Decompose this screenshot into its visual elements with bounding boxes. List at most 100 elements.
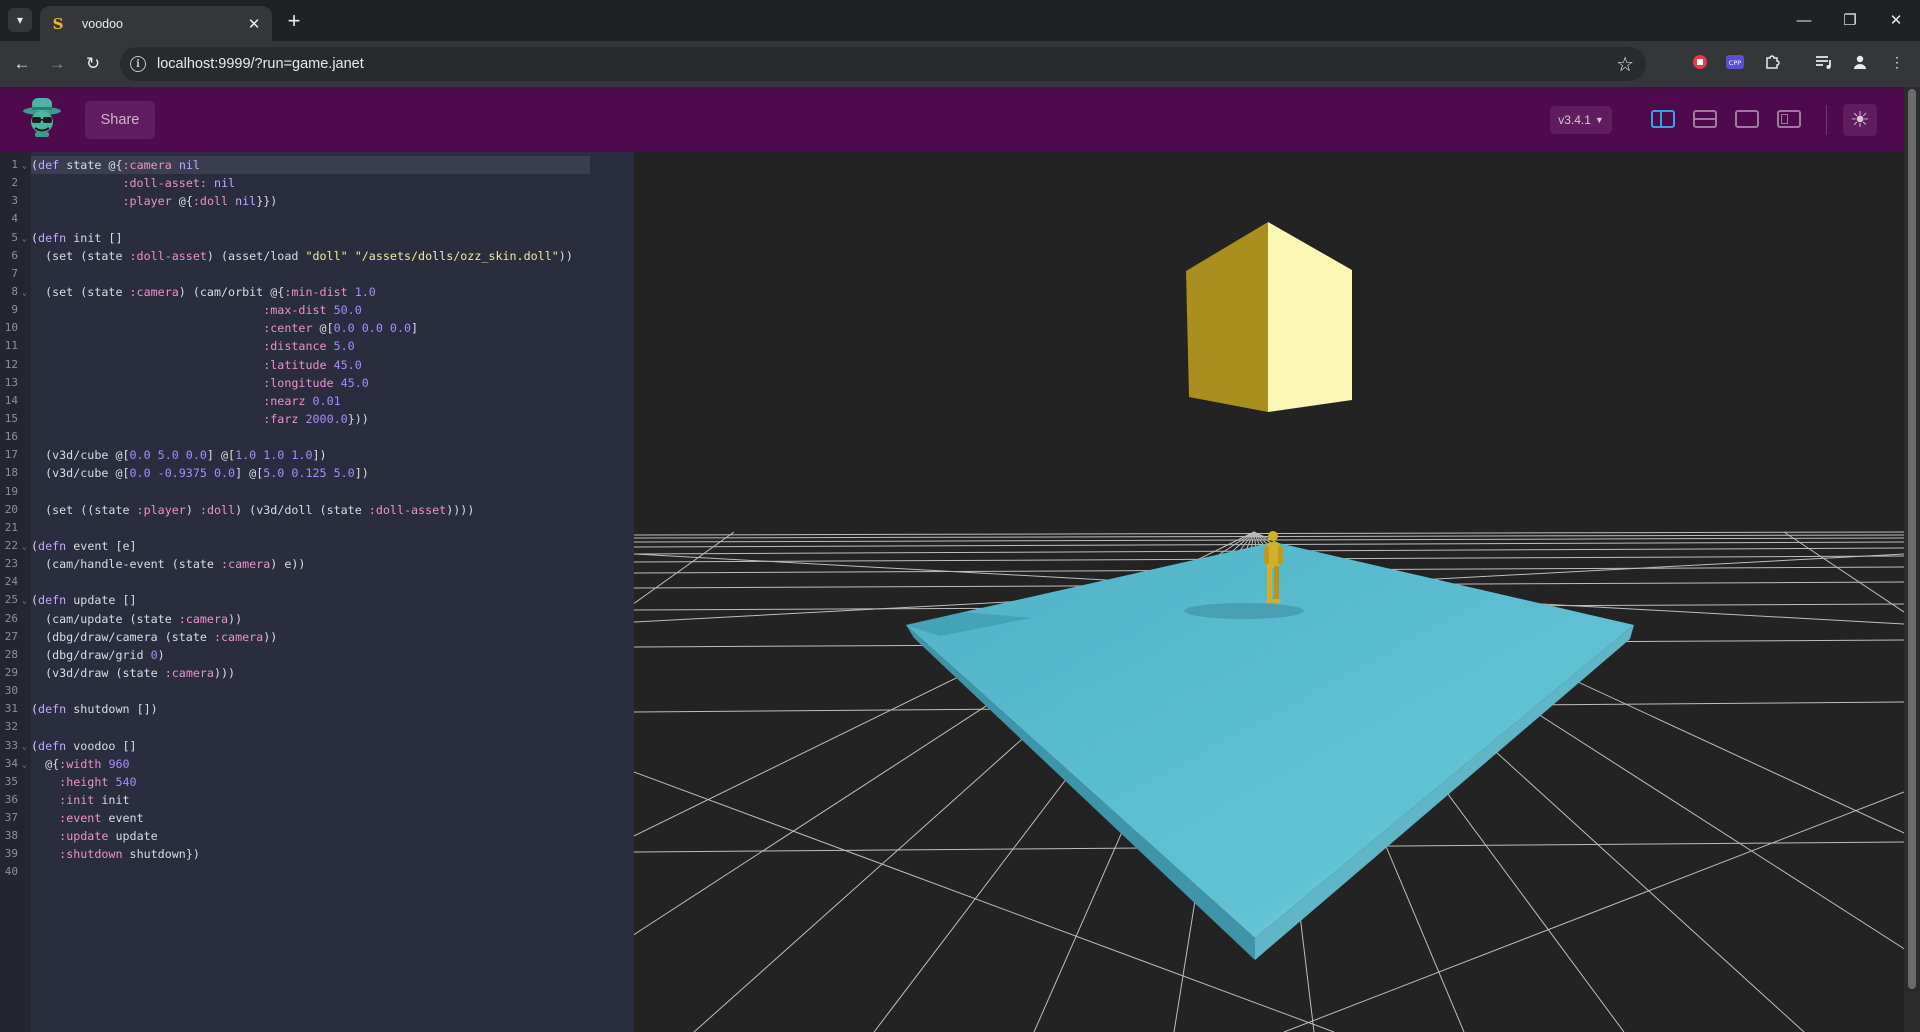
fold-chevron-icon[interactable]: ⌄ [22, 538, 27, 556]
code-area[interactable]: 1 ⌄ (def state @{:camera nil 2 :doll-asset:… [5, 156, 631, 882]
code-line[interactable]: 29 (v3d/draw (state :camera))) [5, 664, 631, 682]
scene-canvas[interactable] [634, 152, 1904, 1032]
address-bar[interactable]: i localhost:9999/?run=game.janet ☆ [120, 47, 1646, 81]
code-line[interactable]: 10 :center @[0.0 0.0 0.0] [5, 319, 631, 337]
line-number: 25 [4, 593, 18, 607]
code-token: :min-dist [284, 284, 348, 299]
layout-split-vertical-icon[interactable] [1651, 110, 1675, 128]
code-line[interactable]: 3 :player @{:doll nil}}) [11, 192, 631, 210]
layout-single-icon[interactable] [1735, 110, 1759, 128]
close-icon[interactable]: ✕ [246, 15, 262, 33]
code-line[interactable]: 28 (dbg/draw/grid 0) [5, 646, 631, 664]
code-editor[interactable]: 1 ⌄ (def state @{:camera nil 2 :doll-asset:… [0, 152, 634, 1032]
code-line[interactable]: 14 :nearz 0.01 [5, 392, 631, 410]
code-line[interactable]: 4 [11, 210, 631, 228]
code-token: shutdown}) [122, 847, 200, 862]
share-button[interactable]: Share [85, 101, 155, 139]
fold-chevron-icon[interactable]: ⌄ [22, 592, 27, 610]
kebab-menu-icon[interactable]: ⋮ [1886, 51, 1908, 73]
code-line[interactable]: 34 ⌄ @{:width 960 [5, 755, 631, 773]
code-line[interactable]: 27 (dbg/draw/camera (state :camera)) [5, 628, 631, 646]
code-line[interactable]: 32 [5, 718, 631, 736]
code-line[interactable]: 11 :distance 5.0 [5, 337, 631, 355]
code-line[interactable]: 15 :farz 2000.0})) [5, 410, 631, 428]
code-line[interactable]: 31 (defn shutdown []) [5, 700, 631, 718]
code-line[interactable]: 26 (cam/update (state :camera)) [5, 610, 631, 628]
code-token: :width [59, 756, 102, 771]
extension-shield-icon[interactable] [1689, 51, 1711, 73]
line-number: 8 [11, 284, 18, 298]
layout-split-horizontal-icon[interactable] [1693, 110, 1717, 128]
code-line[interactable]: 35 :height 540 [5, 773, 631, 791]
fold-chevron-icon[interactable]: ⌄ [22, 230, 27, 248]
code-line[interactable]: 20 (set ((state :player) :doll) (v3d/dol… [5, 501, 631, 519]
code-line[interactable]: 37 :event event [5, 809, 631, 827]
media-queue-icon[interactable] [1813, 51, 1835, 73]
plus-icon[interactable]: + [282, 8, 306, 33]
close-window-icon[interactable]: ✕ [1878, 8, 1914, 32]
code-token: ( [31, 593, 39, 608]
code-line[interactable]: 9 :max-dist 50.0 [11, 301, 631, 319]
page-scrollbar[interactable] [1904, 87, 1920, 1032]
chevron-down-icon[interactable]: ▾ [8, 8, 32, 32]
code-token: init [] [66, 230, 123, 245]
sun-icon[interactable]: ☀ [1843, 104, 1877, 136]
code-line[interactable]: 25 ⌄ (defn update [] [5, 591, 631, 609]
code-line[interactable]: 24 [5, 573, 631, 591]
code-line[interactable]: 1 ⌄ (def state @{:camera nil [11, 156, 590, 175]
fold-chevron-icon[interactable]: ⌄ [22, 756, 27, 774]
code-line[interactable]: 6 (set (state :doll-asset) (asset/load "… [11, 247, 631, 265]
version-select[interactable]: v3.4.1 ▼ [1550, 106, 1612, 134]
arrow-left-icon[interactable]: ← [9, 51, 35, 77]
code-line[interactable]: 39 :shutdown shutdown}) [5, 845, 631, 863]
arrow-right-icon[interactable]: → [44, 51, 70, 77]
code-line[interactable]: 40 [5, 863, 631, 881]
line-number: 37 [4, 811, 18, 825]
minimize-icon[interactable]: — [1786, 8, 1822, 32]
restore-icon[interactable]: ❐ [1832, 8, 1868, 32]
code-line[interactable]: 30 [5, 682, 631, 700]
code-line[interactable]: 5 ⌄ (defn init [] [11, 229, 631, 247]
star-icon[interactable]: ☆ [1616, 52, 1634, 77]
code-line[interactable]: 13 :longitude 45.0 [5, 374, 631, 392]
code-line[interactable]: 38 :update update [5, 827, 631, 845]
code-line[interactable]: 36 :init init [5, 791, 631, 809]
code-token: @{ [171, 194, 193, 209]
code-line[interactable]: 17 (v3d/cube @[0.0 5.0 0.0] @[1.0 1.0 1.… [5, 446, 631, 464]
line-number: 36 [4, 792, 18, 806]
code-line[interactable]: 18 (v3d/cube @[0.0 -0.9375 0.0] @[5.0 0.… [5, 464, 631, 482]
code-token: 0.0 0.0 0.0 [333, 321, 412, 336]
scroll-thumb[interactable] [1908, 89, 1916, 989]
code-line[interactable]: 19 [5, 483, 631, 501]
code-token: )) [228, 611, 243, 626]
code-line[interactable]: 21 [5, 519, 631, 537]
code-line[interactable]: 2 :doll-asset: nil [11, 174, 631, 192]
code-line[interactable]: 8 ⌄ (set (state :camera) (cam/orbit @{:mi… [11, 283, 631, 301]
profile-icon[interactable] [1849, 51, 1871, 73]
code-line[interactable]: 7 [11, 265, 631, 283]
url-text[interactable]: localhost:9999/?run=game.janet [157, 56, 364, 72]
code-token: nil [178, 158, 200, 172]
fold-chevron-icon[interactable]: ⌄ [22, 738, 27, 756]
fold-chevron-icon[interactable]: ⌄ [22, 157, 27, 175]
code-line[interactable]: 16 [5, 428, 631, 446]
code-token: ( [31, 158, 39, 172]
layout-overlay-icon[interactable] [1777, 110, 1801, 128]
info-icon[interactable]: i [130, 56, 146, 72]
code-line[interactable]: 33 ⌄ (defn voodoo [] [5, 737, 631, 755]
code-line[interactable]: 22 ⌄ (defn event [e] [5, 537, 631, 555]
extension-cpp-icon[interactable]: CPP [1724, 51, 1746, 73]
browser-tab[interactable]: S voodoo ✕ [40, 6, 272, 41]
fold-chevron-icon[interactable]: ⌄ [22, 284, 27, 302]
code-token: :distance [263, 339, 327, 354]
reload-icon[interactable]: ↻ [80, 51, 106, 77]
code-token: :farz [263, 411, 299, 426]
3d-viewport[interactable] [634, 152, 1904, 1032]
code-token: ( [31, 702, 39, 717]
code-line[interactable]: 23 (cam/handle-event (state :camera) e)) [5, 555, 631, 573]
code-line[interactable]: 12 :latitude 45.0 [5, 356, 631, 374]
puzzle-icon[interactable] [1761, 51, 1783, 73]
